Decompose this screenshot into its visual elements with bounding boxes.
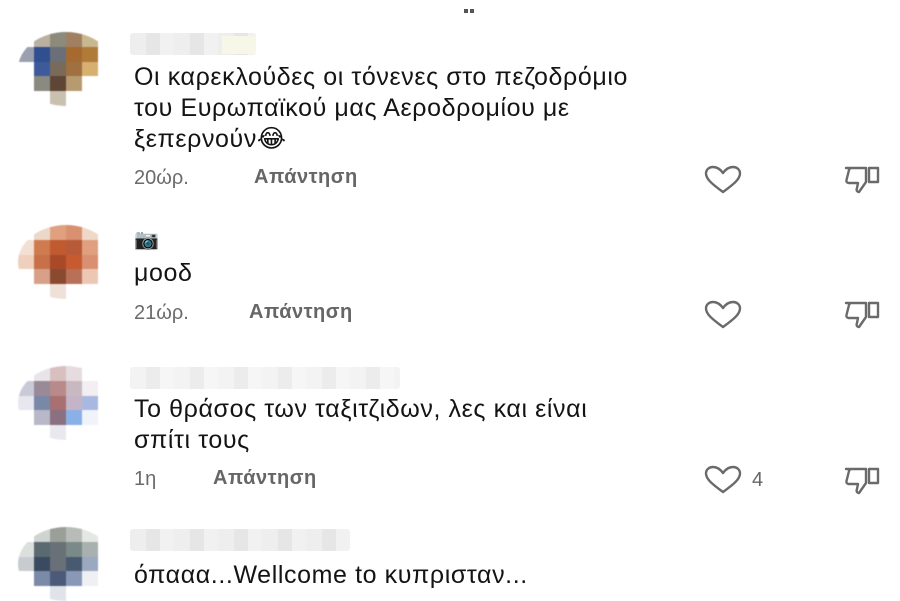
avatar[interactable]	[18, 527, 114, 601]
reply-button[interactable]: Απάντηση	[254, 166, 358, 189]
heart-outline-icon[interactable]	[704, 165, 742, 195]
comment-time: 20ώρ.	[134, 167, 189, 189]
avatar[interactable]	[18, 366, 114, 440]
reply-button[interactable]: Απάντηση	[249, 301, 353, 324]
reply-button[interactable]: Απάντηση	[213, 467, 317, 490]
thumbs-down-icon[interactable]	[842, 164, 882, 194]
commenter-name-redacted[interactable]	[130, 367, 400, 389]
comment-time: 21ώρ.	[134, 302, 189, 324]
comment-text: Οι καρεκλούδες οι τόνενες στο πεζοδρόμιο…	[134, 63, 629, 153]
top-divider-mark	[464, 0, 478, 13]
comment-text: Το θράσος των ταξιτζιδων, λες και είναι …	[134, 395, 588, 454]
camera-emoji-icon: 📷	[134, 229, 159, 251]
heart-outline-icon[interactable]	[704, 465, 742, 495]
comment-time: 1η	[134, 468, 157, 490]
avatar[interactable]	[18, 32, 114, 106]
comment-text: μοοδ	[134, 259, 193, 287]
heart-outline-icon[interactable]	[704, 300, 742, 330]
avatar[interactable]	[18, 225, 114, 299]
thumbs-down-icon[interactable]	[842, 299, 882, 329]
thumbs-down-icon[interactable]	[842, 465, 882, 495]
commenter-name-redacted-extra	[222, 36, 256, 54]
commenter-name-redacted[interactable]	[130, 529, 350, 551]
comment-text: όπααα...Wellcome to κυπρισταν...	[134, 561, 528, 589]
like-count: 4	[752, 469, 764, 491]
